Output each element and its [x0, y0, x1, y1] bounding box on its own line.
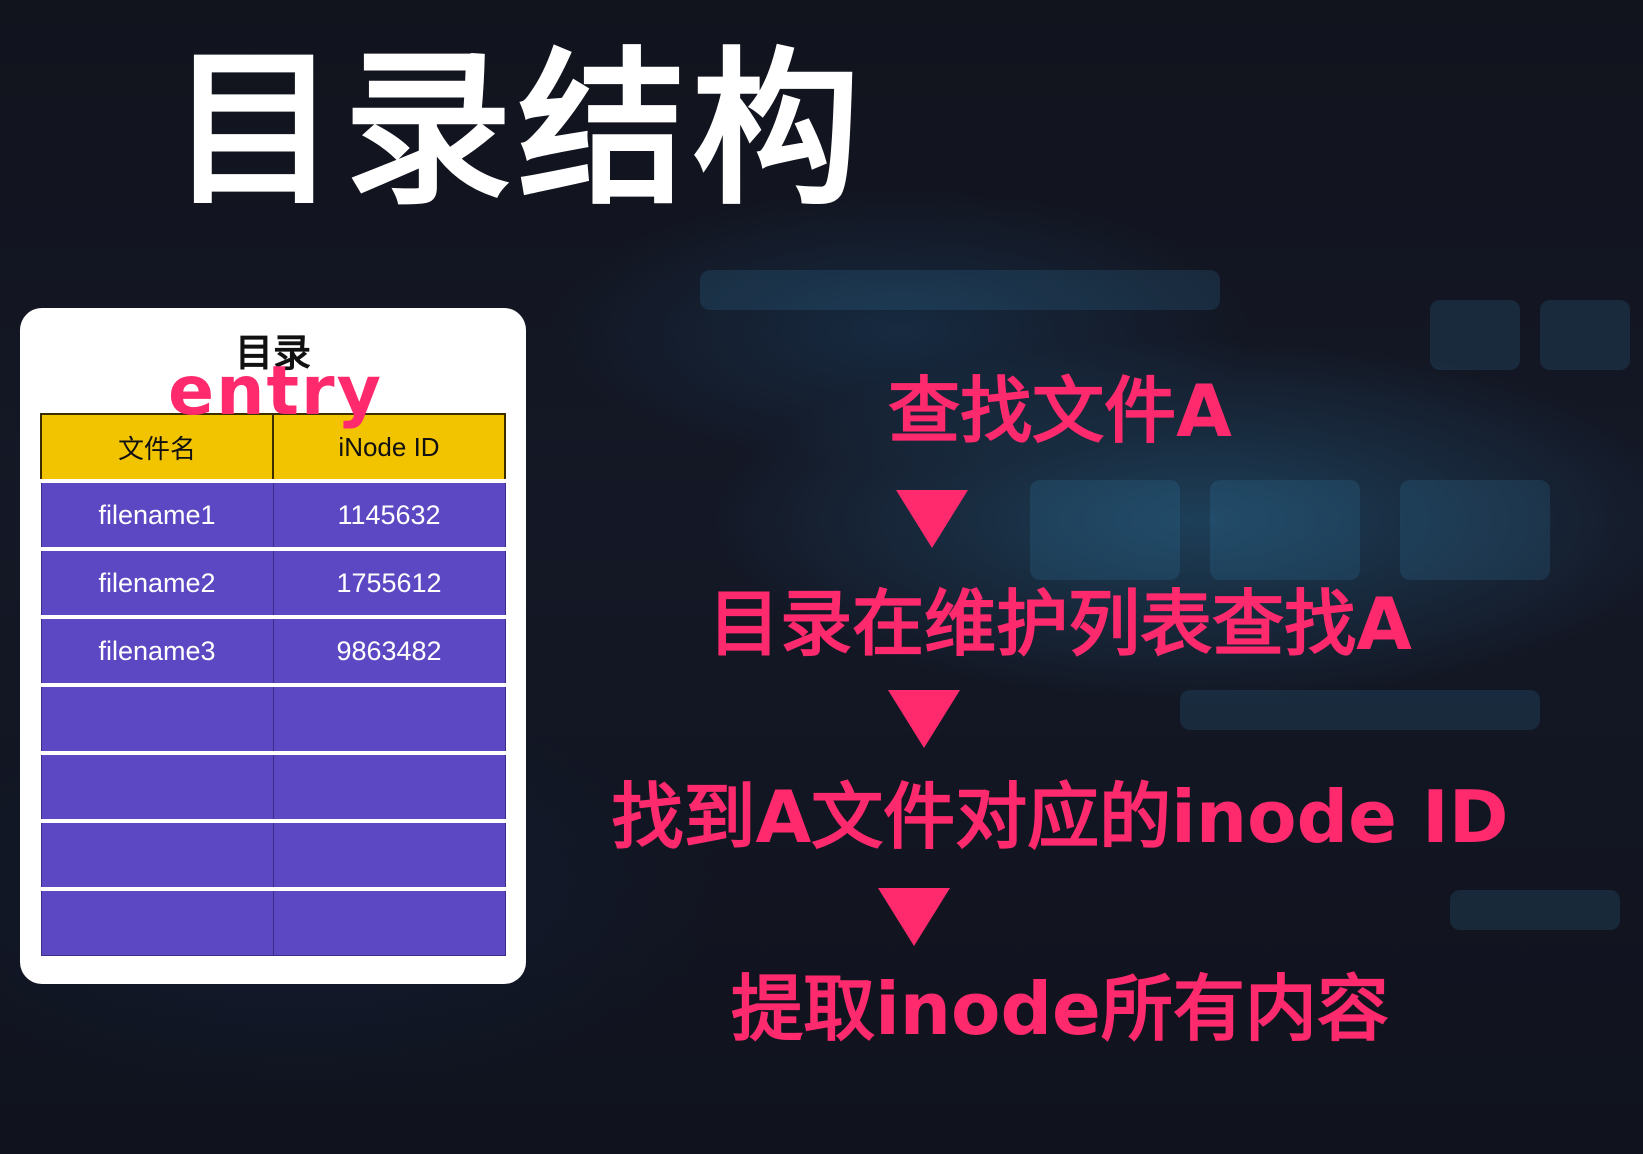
directory-card: 目录 entry 文件名 iNode ID filename1 1145632 … [20, 308, 526, 984]
step-extract-inode: 提取inode所有内容 [731, 967, 1389, 1051]
step-directory-lookup: 目录在维护列表查找A [708, 582, 1412, 666]
table-row: filename1 1145632 [40, 479, 506, 550]
down-arrow-icon [878, 888, 950, 946]
inode-id-cell [272, 751, 506, 822]
entry-label: entry [168, 352, 383, 431]
step-find-file: 查找文件A [888, 369, 1232, 453]
inode-id-cell [272, 819, 506, 890]
filename-cell [40, 751, 274, 822]
inode-id-cell: 9863482 [272, 615, 506, 686]
table-row: filename2 1755612 [40, 547, 506, 618]
filename-cell [40, 819, 274, 890]
inode-id-cell [272, 887, 506, 956]
filename-cell [40, 683, 274, 754]
directory-table: 文件名 iNode ID filename1 1145632 filename2… [40, 413, 506, 956]
bg-block [1450, 890, 1620, 930]
table-row [40, 887, 506, 956]
filename-cell: filename1 [40, 479, 274, 550]
bg-block [700, 270, 1220, 310]
down-arrow-icon [896, 490, 968, 548]
table-row [40, 683, 506, 754]
page-title: 目录结构 [170, 32, 866, 228]
bg-block [1180, 690, 1540, 730]
table-row: filename3 9863482 [40, 615, 506, 686]
table-row [40, 819, 506, 890]
table-row [40, 751, 506, 822]
inode-id-cell [272, 683, 506, 754]
inode-id-cell: 1755612 [272, 547, 506, 618]
filename-cell: filename3 [40, 615, 274, 686]
down-arrow-icon [888, 690, 960, 748]
inode-id-cell: 1145632 [272, 479, 506, 550]
filename-cell [40, 887, 274, 956]
step-find-inode-id: 找到A文件对应的inode ID [611, 775, 1509, 859]
filename-cell: filename2 [40, 547, 274, 618]
